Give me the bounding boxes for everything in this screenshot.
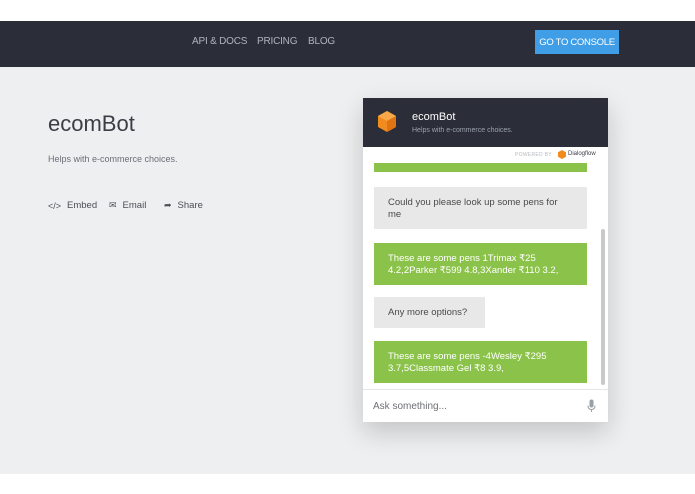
powered-by-bar: POWERED BY Dialogflow	[363, 147, 608, 163]
email-button[interactable]: ✉ Email	[109, 200, 146, 211]
user-message: Any more options?	[374, 297, 485, 328]
provider-name: Dialogflow	[568, 151, 596, 157]
share-icon: ➦	[164, 200, 172, 210]
email-label: Email	[122, 200, 147, 211]
chat-widget: ecomBot Helps with e-commerce choices. P…	[363, 98, 608, 422]
embed-button[interactable]: </> Embed	[48, 200, 97, 211]
nav-link-pricing[interactable]: PRICING	[257, 36, 297, 47]
chat-subtitle: Helps with e-commerce choices.	[412, 127, 513, 134]
share-button[interactable]: ➦ Share	[164, 200, 203, 211]
scrollbar-thumb[interactable]	[601, 229, 605, 385]
chat-input-row	[363, 389, 608, 422]
code-icon: </>	[48, 200, 62, 211]
embed-label: Embed	[67, 200, 98, 211]
agent-description: Helps with e-commerce choices.	[48, 154, 178, 164]
footer-strip	[0, 474, 695, 494]
mail-icon: ✉	[109, 200, 117, 210]
message-list[interactable]: Could you please look up some pens for m…	[363, 163, 608, 389]
nav-link-api-docs[interactable]: API & DOCS	[192, 36, 247, 47]
message-scrollbar[interactable]	[601, 163, 606, 389]
microphone-icon[interactable]	[587, 399, 596, 413]
page: API & DOCS PRICING BLOG GO TO CONSOLE ec…	[0, 0, 695, 494]
dialogflow-logo-icon	[558, 150, 566, 159]
user-message: Could you please look up some pens for m…	[374, 187, 587, 229]
share-label: Share	[177, 200, 203, 211]
chat-title: ecomBot	[412, 111, 456, 123]
agent-name: ecomBot	[48, 111, 135, 136]
top-navigation-bar: API & DOCS PRICING BLOG GO TO CONSOLE	[0, 21, 695, 67]
bot-message: These are some pens -4Wesley ₹295 3.7,5C…	[374, 341, 587, 383]
bot-message: These are some pens 1Trimax ₹25 4.2,2Par…	[374, 243, 587, 285]
chat-input[interactable]	[373, 397, 573, 415]
nav-link-blog[interactable]: BLOG	[308, 36, 335, 47]
powered-by-label: POWERED BY	[515, 152, 552, 158]
agent-logo-icon	[378, 111, 396, 132]
chat-header: ecomBot Helps with e-commerce choices.	[363, 98, 608, 147]
go-to-console-button[interactable]: GO TO CONSOLE	[535, 30, 619, 54]
bot-message	[374, 163, 587, 172]
